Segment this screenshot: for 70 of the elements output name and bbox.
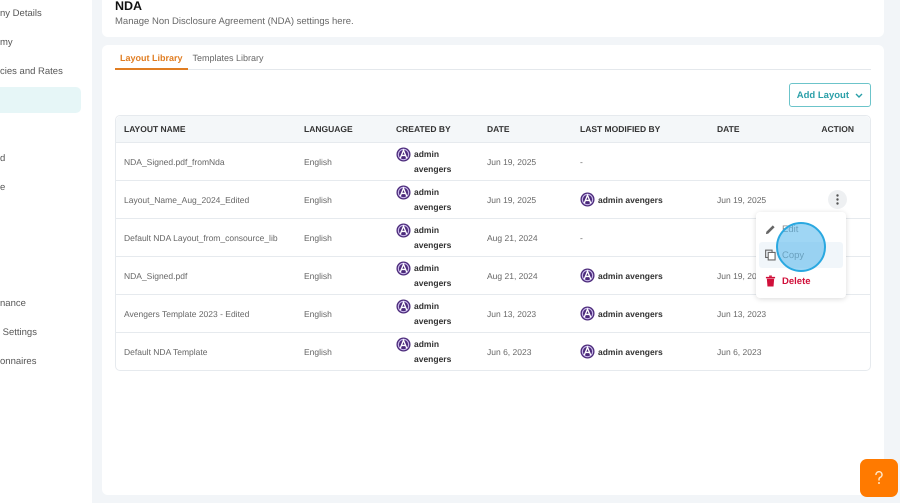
sidebar-item[interactable]: cies and Rates — [0, 57, 92, 86]
page-title: NDA — [115, 0, 144, 13]
modifier-name: admin avengers — [598, 346, 663, 356]
language: English — [304, 232, 332, 242]
sidebar-item[interactable]: nance — [0, 289, 92, 318]
pencil-icon — [765, 224, 776, 234]
created-date: Aug 21, 2024 — [487, 232, 538, 242]
modifier-name: admin avengers — [598, 194, 663, 204]
column-header: DATE — [717, 124, 741, 134]
avatar-icon — [580, 306, 595, 321]
created-date: Jun 6, 2023 — [487, 346, 532, 356]
created-date: Jun 19, 2025 — [487, 156, 536, 166]
sidebar-item[interactable]: onnaires — [0, 347, 92, 376]
language: English — [304, 270, 332, 280]
language: English — [304, 156, 332, 166]
avatar-icon — [396, 146, 411, 162]
creator-name: admin avengers — [414, 300, 452, 328]
avatar-icon — [396, 184, 411, 200]
sidebar-item[interactable]: ny Details — [0, 0, 92, 28]
language: English — [304, 346, 332, 356]
created-date: Jun 19, 2025 — [487, 194, 536, 204]
sidebar-item[interactable]: e — [0, 173, 92, 202]
menu-item[interactable]: Delete — [759, 268, 843, 294]
avatar-icon — [580, 268, 595, 283]
page-subtitle: Manage Non Disclosure Agreement (NDA) settings here. — [115, 16, 355, 27]
created-date: Aug 21, 2024 — [487, 270, 538, 280]
chevron-down-icon — [855, 92, 863, 98]
layout-name: NDA_Signed.pdf — [124, 270, 188, 280]
creator-name: admin avengers — [414, 338, 452, 366]
help-button[interactable] — [860, 459, 898, 497]
layout-name: Default NDA Template — [124, 346, 208, 356]
layout-name: Avengers Template 2023 - Edited — [124, 308, 250, 318]
modifier-name: admin avengers — [598, 308, 663, 318]
language: English — [304, 194, 332, 204]
column-header: ACTION — [821, 124, 855, 134]
creator-name: admin avengers — [414, 148, 452, 176]
creator-name: admin avengers — [414, 186, 452, 214]
sidebar-item[interactable]: my — [0, 28, 92, 57]
creator-name: admin avengers — [414, 224, 452, 252]
created-date: Jun 13, 2023 — [487, 308, 536, 318]
column-header: DATE — [487, 124, 511, 134]
more-options-button[interactable] — [828, 190, 847, 209]
modified-date: Jun 19, 2025 — [717, 194, 766, 204]
column-header: LANGUAGE — [304, 124, 354, 134]
column-header: LAST MODIFIED BY — [580, 124, 662, 134]
column-header: LAYOUT NAME — [124, 124, 187, 134]
sidebar-item[interactable]: Settings — [0, 318, 92, 347]
modifier-name: admin avengers — [598, 270, 663, 280]
empty-value: - — [580, 156, 583, 166]
creator-name: admin avengers — [414, 262, 452, 290]
avatar-icon — [396, 222, 411, 238]
kebab-icon — [836, 194, 839, 205]
copy-icon — [765, 249, 776, 261]
layout-name: Default NDA Layout_from_consource_lib — [124, 232, 278, 242]
language: English — [304, 308, 332, 318]
avatar-icon — [396, 336, 411, 352]
avatar-icon — [580, 344, 595, 359]
trash-icon — [765, 275, 776, 287]
column-header: CREATED BY — [396, 124, 452, 134]
modified-date: Jun 13, 2023 — [717, 308, 766, 318]
layout-name: Layout_Name_Aug_2024_Edited — [124, 194, 250, 204]
modified-date: Jun 6, 2023 — [717, 346, 762, 356]
avatar-icon — [396, 260, 411, 276]
sidebar-item[interactable]: d — [0, 144, 92, 173]
tab[interactable]: Templates Library — [188, 51, 269, 70]
avatar-icon — [396, 298, 411, 314]
help-icon — [874, 471, 884, 485]
avatar-icon — [580, 192, 595, 207]
empty-value: - — [580, 232, 583, 242]
layout-name: NDA_Signed.pdf_fromNda — [124, 156, 225, 166]
